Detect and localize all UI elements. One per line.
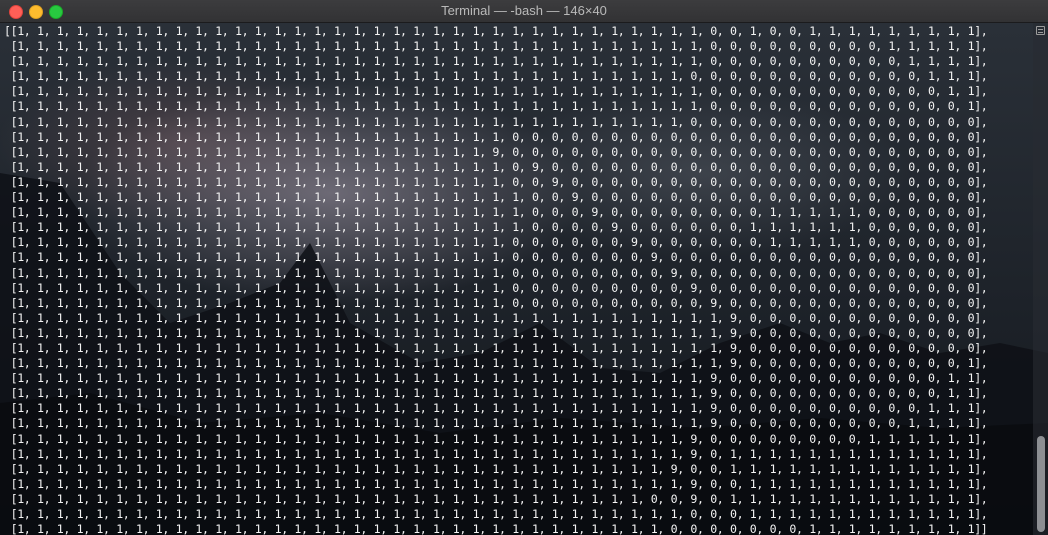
terminal-line: [1, 1, 1, 1, 1, 1, 1, 1, 1, 1, 1, 1, 1, …: [4, 54, 988, 69]
terminal-line: [1, 1, 1, 1, 1, 1, 1, 1, 1, 1, 1, 1, 1, …: [4, 325, 988, 340]
terminal-line: [1, 1, 1, 1, 1, 1, 1, 1, 1, 1, 1, 1, 1, …: [4, 295, 988, 310]
terminal-line: [1, 1, 1, 1, 1, 1, 1, 1, 1, 1, 1, 1, 1, …: [4, 174, 988, 189]
terminal-line: [1, 1, 1, 1, 1, 1, 1, 1, 1, 1, 1, 1, 1, …: [4, 310, 988, 325]
terminal-line: [1, 1, 1, 1, 1, 1, 1, 1, 1, 1, 1, 1, 1, …: [4, 507, 988, 521]
terminal-line: [1, 1, 1, 1, 1, 1, 1, 1, 1, 1, 1, 1, 1, …: [4, 84, 988, 99]
terminal-line: [1, 1, 1, 1, 1, 1, 1, 1, 1, 1, 1, 1, 1, …: [4, 159, 988, 174]
terminal-line: [1, 1, 1, 1, 1, 1, 1, 1, 1, 1, 1, 1, 1, …: [4, 476, 988, 491]
terminal-window: Terminal — -bash — 146×40 [[1, 1, 1, 1, …: [0, 0, 1048, 535]
title-bar[interactable]: Terminal — -bash — 146×40: [0, 0, 1048, 23]
terminal-line: [1, 1, 1, 1, 1, 1, 1, 1, 1, 1, 1, 1, 1, …: [4, 522, 988, 535]
terminal-line: [1, 1, 1, 1, 1, 1, 1, 1, 1, 1, 1, 1, 1, …: [4, 144, 988, 159]
terminal-content-area[interactable]: [[1, 1, 1, 1, 1, 1, 1, 1, 1, 1, 1, 1, 1,…: [0, 23, 1048, 535]
terminal-line: [1, 1, 1, 1, 1, 1, 1, 1, 1, 1, 1, 1, 1, …: [4, 129, 988, 144]
terminal-line: [1, 1, 1, 1, 1, 1, 1, 1, 1, 1, 1, 1, 1, …: [4, 39, 988, 54]
terminal-line: [1, 1, 1, 1, 1, 1, 1, 1, 1, 1, 1, 1, 1, …: [4, 265, 988, 280]
terminal-line: [1, 1, 1, 1, 1, 1, 1, 1, 1, 1, 1, 1, 1, …: [4, 446, 988, 461]
terminal-line: [1, 1, 1, 1, 1, 1, 1, 1, 1, 1, 1, 1, 1, …: [4, 280, 988, 295]
terminal-line: [1, 1, 1, 1, 1, 1, 1, 1, 1, 1, 1, 1, 1, …: [4, 205, 988, 220]
terminal-line: [1, 1, 1, 1, 1, 1, 1, 1, 1, 1, 1, 1, 1, …: [4, 99, 988, 114]
terminal-line: [1, 1, 1, 1, 1, 1, 1, 1, 1, 1, 1, 1, 1, …: [4, 356, 988, 371]
terminal-line: [1, 1, 1, 1, 1, 1, 1, 1, 1, 1, 1, 1, 1, …: [4, 340, 988, 355]
scrollbar-thumb[interactable]: [1037, 436, 1045, 532]
scrollbar-menu-icon[interactable]: [1036, 26, 1045, 35]
terminal-line: [1, 1, 1, 1, 1, 1, 1, 1, 1, 1, 1, 1, 1, …: [4, 250, 988, 265]
terminal-line: [1, 1, 1, 1, 1, 1, 1, 1, 1, 1, 1, 1, 1, …: [4, 461, 988, 476]
terminal-line: [1, 1, 1, 1, 1, 1, 1, 1, 1, 1, 1, 1, 1, …: [4, 416, 988, 431]
window-title: Terminal — -bash — 146×40: [441, 3, 607, 18]
terminal-line: [1, 1, 1, 1, 1, 1, 1, 1, 1, 1, 1, 1, 1, …: [4, 190, 988, 205]
terminal-line: [1, 1, 1, 1, 1, 1, 1, 1, 1, 1, 1, 1, 1, …: [4, 371, 988, 386]
terminal-line: [[1, 1, 1, 1, 1, 1, 1, 1, 1, 1, 1, 1, 1,…: [4, 24, 988, 38]
terminal-line: [1, 1, 1, 1, 1, 1, 1, 1, 1, 1, 1, 1, 1, …: [4, 386, 988, 401]
terminal-line: [1, 1, 1, 1, 1, 1, 1, 1, 1, 1, 1, 1, 1, …: [4, 401, 988, 416]
terminal-line: [1, 1, 1, 1, 1, 1, 1, 1, 1, 1, 1, 1, 1, …: [4, 431, 988, 446]
terminal-line: [1, 1, 1, 1, 1, 1, 1, 1, 1, 1, 1, 1, 1, …: [4, 220, 988, 235]
terminal-line: [1, 1, 1, 1, 1, 1, 1, 1, 1, 1, 1, 1, 1, …: [4, 235, 988, 250]
terminal-line: [1, 1, 1, 1, 1, 1, 1, 1, 1, 1, 1, 1, 1, …: [4, 69, 988, 84]
terminal-output[interactable]: [[1, 1, 1, 1, 1, 1, 1, 1, 1, 1, 1, 1, 1,…: [4, 24, 1032, 535]
terminal-line: [1, 1, 1, 1, 1, 1, 1, 1, 1, 1, 1, 1, 1, …: [4, 114, 988, 129]
terminal-line: [1, 1, 1, 1, 1, 1, 1, 1, 1, 1, 1, 1, 1, …: [4, 491, 988, 506]
